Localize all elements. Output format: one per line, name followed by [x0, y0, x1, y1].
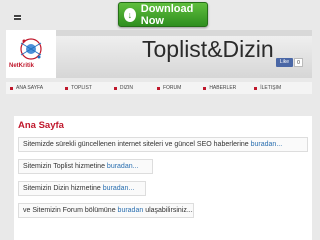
logo-text: NetKritik: [9, 63, 35, 69]
site-title: Toplist&Dizin: [142, 36, 274, 62]
download-now-button[interactable]: ↓ Download Now: [118, 2, 208, 27]
download-icon: ↓: [124, 7, 136, 22]
row-text-after: ulaşabilirsiniz...: [143, 207, 193, 214]
row-text: ve Sitemizin Forum bölümüne: [23, 207, 116, 214]
list-item: Sitemizde sürekli güncellenen internet s…: [18, 137, 308, 152]
list-item: Sitemizin Toplist hizmetine buradan...: [18, 159, 153, 174]
row-text: Sitemizin Toplist hizmetine: [23, 163, 105, 170]
nav-item-toplist[interactable]: TOPLIST: [65, 85, 92, 91]
nav-label: FORUM: [162, 85, 182, 91]
row-text: Sitemizde sürekli güncellenen internet s…: [23, 141, 249, 148]
row-link[interactable]: buradan...: [103, 185, 135, 192]
main-content: Ana Sayfa Sitemizde sürekli güncellenen …: [14, 116, 312, 240]
nav-bullet-icon: [254, 86, 258, 90]
main-nav: ANA SAYFA TOPLIST DIZIN FORUM HABERLER İ…: [6, 82, 312, 94]
nav-label: HABERLER: [209, 85, 237, 91]
language-flag-icon[interactable]: [14, 15, 21, 20]
nav-item-iletisim[interactable]: İLETIŞIM: [254, 85, 281, 91]
facebook-like-button[interactable]: Like: [276, 58, 293, 67]
nav-label: TOPLIST: [71, 85, 92, 91]
row-link[interactable]: buradan...: [107, 163, 139, 170]
nav-bullet-icon: [113, 86, 117, 90]
nav-bullet-icon: [203, 86, 207, 90]
row-link[interactable]: buradan: [118, 207, 144, 214]
nav-label: ANA SAYFA: [16, 85, 44, 91]
logo-globe-icon: [20, 38, 42, 60]
list-item: Sitemizin Dizin hizmetine buradan...: [18, 181, 146, 196]
nav-item-dizin[interactable]: DIZIN: [113, 85, 133, 91]
row-link[interactable]: buradan...: [251, 141, 283, 148]
row-text: Sitemizin Dizin hizmetine: [23, 185, 101, 192]
nav-label: İLETIŞIM: [260, 85, 282, 91]
nav-bullet-icon: [10, 86, 13, 90]
nav-item-ana-sayfa[interactable]: ANA SAYFA: [10, 85, 43, 91]
download-label: Download Now: [140, 2, 194, 27]
nav-item-haberler[interactable]: HABERLER: [203, 85, 236, 91]
list-item: ve Sitemizin Forum bölümüne buradan ulaş…: [18, 203, 194, 218]
page-title: Ana Sayfa: [18, 120, 64, 131]
nav-bullet-icon: [65, 86, 69, 90]
nav-label: DIZIN: [119, 85, 133, 91]
nav-item-forum[interactable]: FORUM: [156, 85, 182, 91]
logo[interactable]: NetKritik: [6, 30, 56, 78]
facebook-like-count: 0: [294, 58, 303, 67]
nav-bullet-icon: [156, 86, 160, 90]
